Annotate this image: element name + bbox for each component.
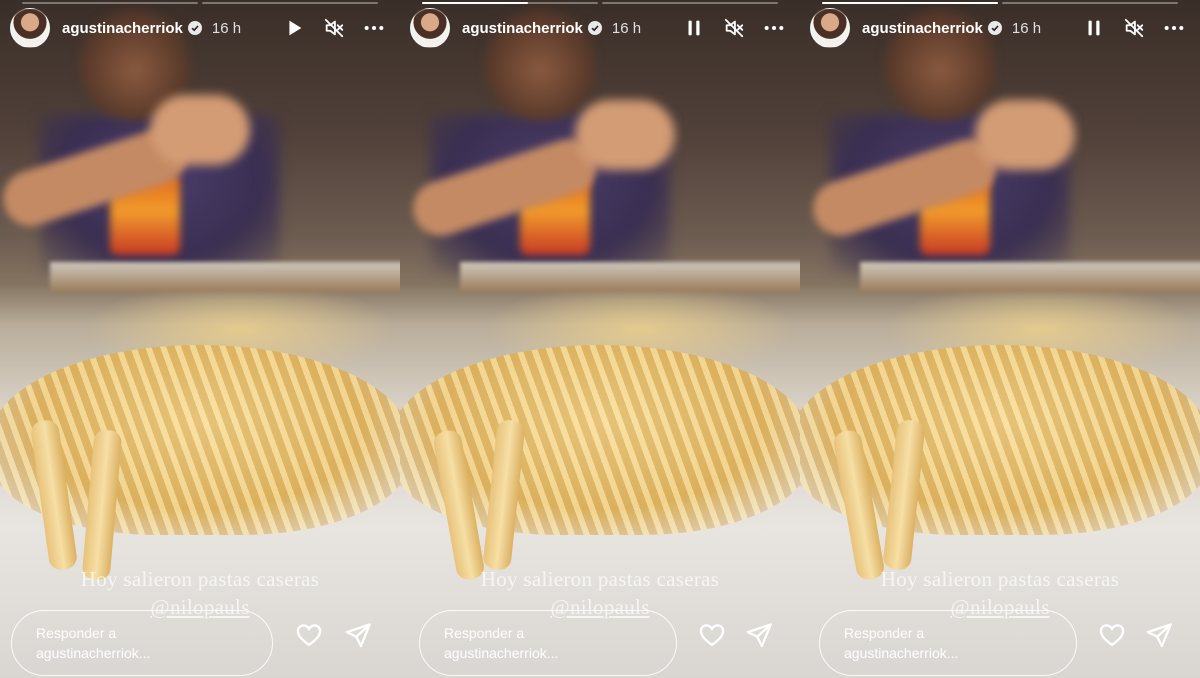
story-header: agustinacherriok 16 h: [410, 8, 786, 48]
progress-segment: [822, 2, 998, 4]
send-icon[interactable]: [1144, 620, 1174, 650]
story-progress: [822, 2, 1178, 4]
reply-input[interactable]: Responder a agustinacherriok...: [819, 610, 1077, 676]
reply-input[interactable]: Responder a agustinacherriok...: [11, 610, 273, 676]
progress-segment: [422, 2, 598, 4]
heart-icon[interactable]: [1097, 620, 1127, 650]
more-dots-icon[interactable]: [362, 16, 386, 40]
username[interactable]: agustinacherriok: [862, 20, 983, 37]
scene-hand: [575, 100, 675, 170]
more-dots-icon[interactable]: [762, 16, 786, 40]
story-viewer: agustinacherriok 16 h Hoy salieron pasta…: [0, 0, 1200, 678]
story-panel[interactable]: agustinacherriok 16 h Hoy salieron pasta…: [0, 0, 400, 678]
story-panel[interactable]: agustinacherriok 16 h Hoy salieron pasta…: [400, 0, 800, 678]
story-progress: [22, 2, 378, 4]
reply-placeholder-line2: agustinacherriok...: [844, 645, 959, 661]
story-header: agustinacherriok 16 h: [810, 8, 1186, 48]
heart-icon[interactable]: [294, 620, 324, 650]
reply-placeholder-line2: agustinacherriok...: [444, 645, 559, 661]
play-icon[interactable]: [282, 16, 306, 40]
verified-badge-icon: [587, 21, 602, 35]
scene-board: [50, 262, 400, 292]
reply-placeholder-line1: Responder a: [844, 625, 925, 641]
avatar[interactable]: [410, 8, 450, 48]
username[interactable]: agustinacherriok: [462, 20, 583, 37]
scene-hand: [975, 100, 1075, 170]
reply-placeholder-line1: Responder a: [36, 625, 117, 641]
caption-text: Hoy salieron pastas caseras: [80, 567, 320, 591]
progress-fill: [422, 2, 528, 4]
pause-icon[interactable]: [1082, 16, 1106, 40]
caption-text: Hoy salieron pastas caseras: [480, 567, 720, 591]
story-progress: [422, 2, 778, 4]
avatar[interactable]: [810, 8, 850, 48]
timestamp: 16 h: [1011, 19, 1042, 37]
scene-hand: [150, 95, 250, 165]
story-header: agustinacherriok 16 h: [10, 8, 386, 48]
scene-board: [860, 262, 1200, 292]
send-icon[interactable]: [744, 620, 774, 650]
timestamp: 16 h: [611, 19, 642, 37]
reply-placeholder-line2: agustinacherriok...: [36, 645, 151, 661]
scene-board: [460, 262, 800, 292]
avatar[interactable]: [10, 8, 50, 48]
caption-text: Hoy salieron pastas caseras: [880, 567, 1120, 591]
muted-speaker-icon[interactable]: [322, 16, 346, 40]
pause-icon[interactable]: [682, 16, 706, 40]
verified-badge-icon: [987, 21, 1002, 35]
progress-fill: [822, 2, 998, 4]
progress-segment: [1002, 2, 1178, 4]
muted-speaker-icon[interactable]: [1122, 16, 1146, 40]
muted-speaker-icon[interactable]: [722, 16, 746, 40]
story-panel[interactable]: agustinacherriok 16 h Hoy salieron pasta…: [800, 0, 1200, 678]
reply-placeholder-line1: Responder a: [444, 625, 525, 641]
reply-input[interactable]: Responder a agustinacherriok...: [419, 610, 677, 676]
heart-icon[interactable]: [697, 620, 727, 650]
more-dots-icon[interactable]: [1162, 16, 1186, 40]
verified-badge-icon: [187, 21, 202, 35]
username[interactable]: agustinacherriok: [62, 20, 183, 37]
send-icon[interactable]: [343, 620, 373, 650]
timestamp: 16 h: [211, 19, 242, 37]
progress-segment: [602, 2, 778, 4]
progress-segment: [202, 2, 378, 4]
progress-segment: [22, 2, 198, 4]
